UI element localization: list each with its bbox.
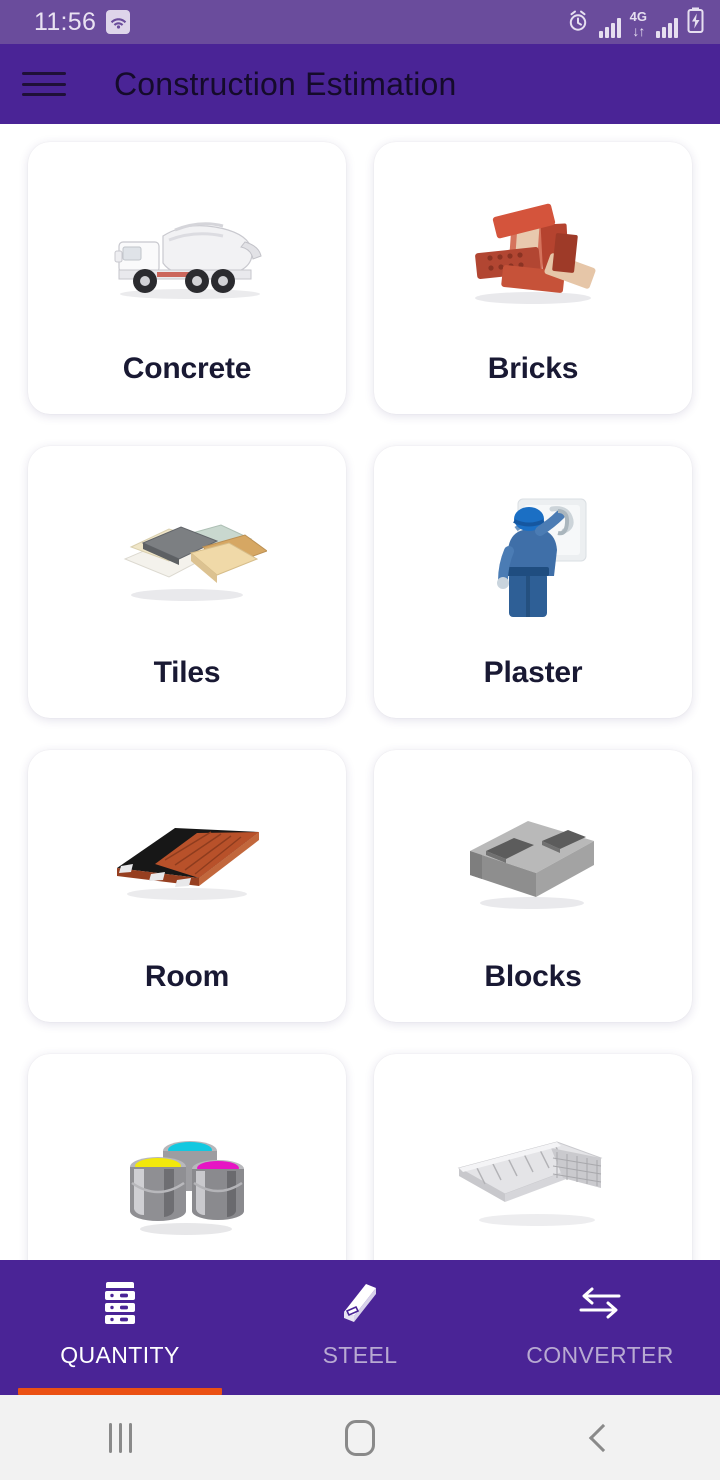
card-label: Plaster <box>483 656 583 689</box>
battery-charging-icon <box>687 7 704 38</box>
system-navigation-bar <box>0 1395 720 1480</box>
swap-arrows-icon <box>577 1280 623 1326</box>
card-bricks[interactable]: Bricks <box>374 142 692 414</box>
status-bar-right: 4G ↓↑ <box>566 7 704 38</box>
data-transfer-arrows-icon: ↓↑ <box>632 22 645 39</box>
network-type-indicator: 4G ↓↑ <box>629 8 647 39</box>
concrete-mixer-truck-image <box>28 142 346 352</box>
wifi-icon <box>106 10 131 34</box>
back-button[interactable] <box>480 1423 720 1452</box>
recents-icon <box>108 1422 132 1453</box>
home-button[interactable] <box>240 1419 480 1456</box>
card-label: Room <box>144 960 230 993</box>
status-time: 11:56 <box>34 7 97 36</box>
main-content: Concrete Bricks Tiles Plaster Room Block… <box>0 124 720 1345</box>
card-concrete[interactable]: Concrete <box>28 142 346 414</box>
hamburger-menu-icon[interactable] <box>22 69 66 99</box>
plasterer-worker-image <box>374 446 692 656</box>
tab-label: QUANTITY <box>60 1342 180 1368</box>
signal-bars-icon-2 <box>656 16 678 38</box>
stacked-units-icon <box>100 1280 140 1326</box>
card-room[interactable]: Room <box>28 750 346 1022</box>
status-bar: 11:56 4G ↓↑ <box>0 0 720 44</box>
card-tiles[interactable]: Tiles <box>28 446 346 718</box>
tab-quantity[interactable]: QUANTITY <box>0 1260 240 1395</box>
back-icon <box>588 1423 618 1452</box>
card-blocks[interactable]: Blocks <box>374 750 692 1022</box>
tab-steel[interactable]: STEEL <box>240 1260 480 1395</box>
tile-stack-image <box>28 446 346 656</box>
bottom-tab-bar: QUANTITY STEEL CONVERTER <box>0 1260 720 1395</box>
card-label: Tiles <box>153 656 221 689</box>
category-grid: Concrete Bricks Tiles Plaster Room Block… <box>0 124 720 1326</box>
signal-bars-icon-1 <box>598 16 621 38</box>
steel-beam-icon <box>340 1280 380 1326</box>
app-bar: Construction Estimation <box>0 44 720 124</box>
card-label: Blocks <box>484 960 582 993</box>
card-label: Concrete <box>122 352 252 385</box>
alarm-clock-icon <box>566 9 590 38</box>
wooden-floor-panel-image <box>28 750 346 960</box>
home-icon <box>345 1419 375 1456</box>
recents-button[interactable] <box>0 1422 240 1453</box>
card-label: Bricks <box>487 352 579 385</box>
brick-pile-image <box>374 142 692 352</box>
status-bar-left: 11:56 <box>34 7 131 37</box>
concrete-block-image <box>374 750 692 960</box>
tab-converter[interactable]: CONVERTER <box>480 1260 720 1395</box>
active-tab-indicator <box>18 1388 222 1395</box>
tab-label: STEEL <box>322 1342 398 1368</box>
page-title: Construction Estimation <box>114 65 457 102</box>
tab-label: CONVERTER <box>526 1342 674 1368</box>
card-plaster[interactable]: Plaster <box>374 446 692 718</box>
